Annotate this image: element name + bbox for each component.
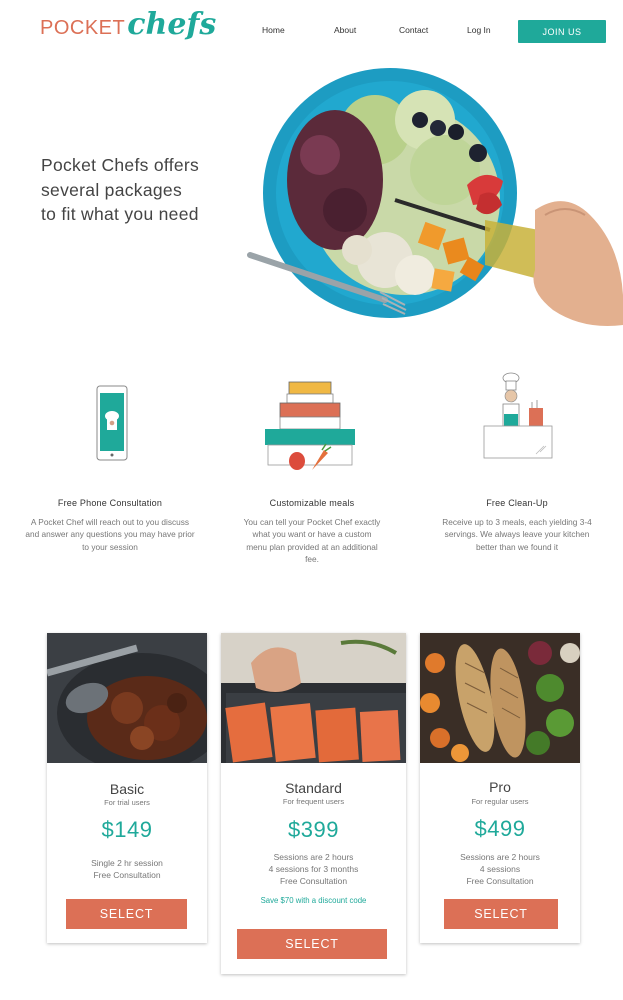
plan-price: $399	[288, 817, 339, 842]
braised-meat-image	[47, 633, 207, 763]
plan-audience: For trial users	[104, 798, 150, 807]
phone-chef-icon	[96, 385, 128, 461]
feature-description: You can tell your Pocket Chef exactly wh…	[243, 517, 381, 564]
nav-login-link[interactable]: Log In	[467, 25, 491, 35]
plan-card-standard: Standard For frequent users $399 Session…	[221, 633, 406, 974]
salmon-tray-image	[221, 633, 406, 763]
plan-detail-line: Free Consultation	[279, 876, 348, 887]
plan-detail-line: Sessions are 2 hours	[273, 852, 354, 862]
nav-contact-link[interactable]: Contact	[399, 25, 428, 35]
feature-free-cleanup: Free Clean-Up Receive up to 3 meals, eac…	[432, 498, 602, 553]
plan-details: Sessions are 2 hours 4 sessions for 3 mo…	[221, 851, 406, 888]
feature-title: Free Phone Consultation	[57, 498, 163, 508]
hero-heading: Pocket Chefs offers several packages to …	[41, 153, 251, 227]
chicken-vegetables-image	[420, 633, 580, 763]
plan-details: Single 2 hr session Free Consultation	[47, 857, 207, 881]
nav-home-link[interactable]: Home	[262, 25, 285, 35]
plan-card-basic: Basic For trial users $149 Single 2 hr s…	[47, 633, 207, 943]
nav-about-link[interactable]: About	[334, 25, 356, 35]
meal-boxes-icon	[265, 381, 355, 470]
hero-line-3: to fit what you need	[41, 204, 199, 224]
hero-line-2: several packages	[41, 179, 182, 200]
plan-name: Standard	[285, 780, 342, 796]
feature-description: A Pocket Chef will reach out to you disc…	[25, 517, 195, 552]
feature-phone-consultation: Free Phone Consultation A Pocket Chef wi…	[25, 498, 195, 553]
logo-text-pocket: POCKET	[40, 17, 126, 39]
plan-detail-line: Single 2 hr session	[91, 858, 163, 868]
plan-detail-line: Free Consultation	[466, 876, 534, 887]
salad-bowl-image	[247, 68, 623, 326]
plan-card-pro: Pro For regular users $499 Sessions are …	[420, 633, 580, 943]
plan-audience: For frequent users	[282, 797, 345, 806]
feature-customizable-meals: Customizable meals You can tell your Poc…	[227, 498, 397, 565]
join-us-button[interactable]: JOIN US	[518, 20, 606, 43]
plan-detail-line: 4 sessions	[479, 864, 521, 875]
plan-name: Pro	[489, 779, 511, 795]
select-pro-button[interactable]: SELECT	[444, 899, 558, 929]
feature-description: Receive up to 3 meals, each yielding 3-4…	[442, 517, 592, 552]
select-standard-button[interactable]: SELECT	[237, 929, 387, 959]
logo-text-chefs: chefs	[127, 7, 217, 42]
kitchen-counter-icon	[483, 372, 553, 459]
plan-price: $499	[474, 816, 526, 841]
plan-detail-line: Sessions are 2 hours	[460, 852, 540, 862]
discount-note: Save $70 with a discount code	[260, 896, 367, 905]
plan-price: $149	[101, 817, 153, 842]
hero-line-1: Pocket Chefs offers	[41, 155, 200, 175]
feature-title: Customizable meals	[269, 498, 355, 508]
brand-logo[interactable]: POCKET chefs	[40, 10, 216, 50]
plan-detail-line: 4 sessions for 3 months	[268, 864, 359, 875]
plan-audience: For regular users	[471, 797, 529, 806]
plan-name: Basic	[109, 781, 145, 797]
plan-detail-line: Free Consultation	[93, 870, 161, 881]
feature-title: Free Clean-Up	[486, 498, 548, 508]
plan-details: Sessions are 2 hours 4 sessions Free Con…	[420, 851, 580, 888]
select-basic-button[interactable]: SELECT	[66, 899, 187, 929]
